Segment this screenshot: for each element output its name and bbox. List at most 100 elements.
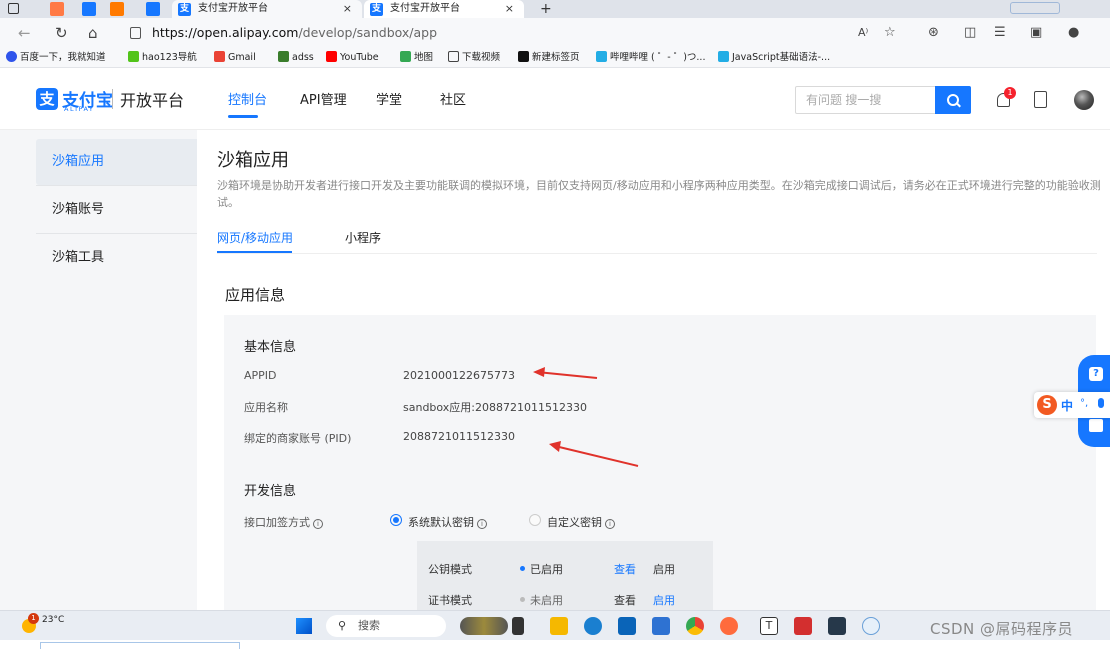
bookmark-label: Gmail [228, 52, 256, 63]
taskbar-search[interactable]: ⚲ 搜索 [326, 615, 446, 637]
url-field[interactable]: https://open.alipay.com/develop/sandbox/… [118, 22, 908, 44]
bookmark-item[interactable]: 下载视频 [448, 48, 500, 68]
tab-mini-program[interactable]: 小程序 [345, 229, 381, 246]
avatar[interactable] [1074, 90, 1094, 110]
bookmark-item[interactable]: YouTube [326, 48, 379, 68]
sidebar-item-sandbox-account[interactable]: 沙箱账号 [36, 187, 197, 233]
bookmark-item[interactable]: adss [278, 48, 314, 68]
edge-icon[interactable] [584, 617, 602, 635]
widgets-icon[interactable] [460, 617, 508, 635]
bookmark-item[interactable]: 地图 [400, 48, 433, 68]
refresh-icon[interactable]: ↻ [55, 24, 68, 42]
info-icon[interactable]: i [477, 519, 487, 529]
app-icon[interactable] [862, 617, 880, 635]
firefox-icon[interactable] [720, 617, 738, 635]
radio-default-key[interactable] [390, 514, 402, 526]
sidebar-item-sandbox-app[interactable]: 沙箱应用 [36, 139, 197, 185]
help-icon[interactable]: ? [1089, 367, 1103, 381]
baidu-icon [6, 51, 17, 62]
split-screen-icon[interactable]: ◫ [964, 25, 976, 41]
feedback-icon[interactable] [1089, 419, 1103, 432]
bookmark-label: 下载视频 [462, 52, 501, 63]
appid-label: APPID [244, 369, 277, 382]
ide-icon[interactable] [794, 617, 812, 635]
search-box [795, 86, 971, 114]
radio-custom-key[interactable] [529, 514, 541, 526]
bookmark-item[interactable]: 新建标签页 [518, 48, 580, 68]
file-explorer-icon[interactable] [550, 617, 568, 635]
browser-tab-bar: 支 支付宝开放平台 × 支 支付宝开放平台 × + [0, 0, 1110, 18]
ime-toolbar[interactable]: S 中 °, [1034, 392, 1110, 418]
nav-api-management[interactable]: API管理 [300, 93, 347, 109]
alipay-logo-icon: 支 [36, 88, 58, 110]
platform-name: 开放平台 [120, 91, 185, 110]
browser-tab[interactable]: 支 支付宝开放平台 × [172, 0, 362, 18]
sidebar-item-sandbox-tools[interactable]: 沙箱工具 [36, 235, 197, 281]
sogou-icon: S [1037, 395, 1057, 415]
home-icon[interactable]: ⌂ [88, 24, 98, 42]
back-arrow-icon[interactable]: ← [18, 24, 31, 42]
new-tab-button[interactable]: + [540, 0, 552, 18]
alipay-favicon-icon: 支 [370, 3, 383, 16]
close-tab-icon[interactable]: × [343, 0, 352, 18]
collections-icon[interactable]: ▣ [1030, 25, 1042, 41]
bookmark-item[interactable]: Gmail [214, 48, 256, 68]
bookmark-label: hao123导航 [142, 52, 197, 63]
section-title: 应用信息 [225, 286, 286, 304]
read-aloud-icon[interactable]: A⁾ [858, 25, 868, 41]
pinned-tab-icon[interactable] [50, 2, 64, 16]
terminal-icon[interactable] [828, 617, 846, 635]
pinned-tab-icon[interactable] [82, 2, 96, 16]
typora-icon[interactable]: T [760, 617, 778, 635]
nav-community[interactable]: 社区 [440, 93, 466, 109]
bookmark-item[interactable]: 百度一下，我就知道 [6, 48, 106, 68]
pinned-tab-icon[interactable] [146, 2, 160, 16]
favorite-add-icon[interactable]: ☆ [884, 25, 896, 41]
enable-cert-link[interactable]: 启用 [653, 592, 675, 608]
punctuation-icon: °, [1080, 398, 1089, 409]
bookmark-label: YouTube [340, 52, 379, 63]
radio-default-key-label[interactable]: 系统默认密钥 i [408, 514, 487, 530]
radio-label-text: 自定义密钥 [547, 516, 602, 529]
pinned-tab-icon[interactable] [110, 2, 124, 16]
tab-divider [217, 253, 1097, 254]
profile-icon[interactable]: ● [1068, 25, 1079, 41]
bookmark-label: JavaScript基础语法-... [732, 52, 831, 63]
browser-tab-active[interactable]: 支 支付宝开放平台 × [364, 0, 524, 18]
enable-public-key-link[interactable]: 启用 [653, 561, 675, 577]
bookmark-item[interactable]: JavaScript基础语法-... [718, 48, 830, 68]
page-description: 沙箱环境是协助开发者进行接口开发及主要功能联调的模拟环境，目前仅支持网页/移动应… [217, 179, 1101, 209]
task-view-icon[interactable] [512, 617, 524, 635]
bookmark-item[interactable]: 哔哩哔哩 ( ゜- ゜)つ... [596, 48, 705, 68]
tab-web-mobile-app[interactable]: 网页/移动应用 [217, 229, 293, 246]
search-button[interactable] [935, 86, 971, 114]
nav-academy[interactable]: 学堂 [376, 93, 402, 109]
info-icon[interactable]: i [313, 519, 323, 529]
bilibili-icon [596, 51, 607, 62]
notification-bell-icon[interactable]: 1 [995, 87, 1016, 111]
search-input[interactable] [796, 87, 936, 113]
view-public-key-link[interactable]: 查看 [614, 561, 636, 577]
mail-icon[interactable] [652, 617, 670, 635]
taskbar: 1 23°C ⚲ 搜索 T CSDN @屌码程序员 [0, 610, 1110, 640]
start-icon[interactable] [296, 618, 312, 634]
extensions-icon[interactable]: ⊛ [928, 25, 939, 41]
view-cert-link[interactable]: 查看 [614, 592, 636, 608]
close-tab-icon[interactable]: × [505, 0, 514, 18]
search-icon: ⚲ [338, 619, 347, 632]
tab-actions-icon[interactable] [8, 3, 19, 14]
lock-icon [130, 27, 141, 39]
document-icon[interactable] [1034, 91, 1047, 108]
radio-custom-key-label[interactable]: 自定义密钥 i [547, 514, 615, 530]
logo-subtext: ALIPAY [64, 105, 95, 113]
window-controls[interactable] [1010, 2, 1060, 14]
store-icon[interactable] [618, 617, 636, 635]
favorites-icon[interactable]: ☰ [994, 25, 1006, 41]
bookmark-item[interactable]: hao123导航 [128, 48, 197, 68]
chrome-icon[interactable] [686, 617, 704, 635]
nav-console[interactable]: 控制台 [228, 93, 267, 109]
sidebar-divider [36, 233, 197, 234]
bottom-strip [0, 640, 1110, 649]
url-path: /develop/sandbox/app [298, 25, 438, 40]
info-icon[interactable]: i [605, 519, 615, 529]
